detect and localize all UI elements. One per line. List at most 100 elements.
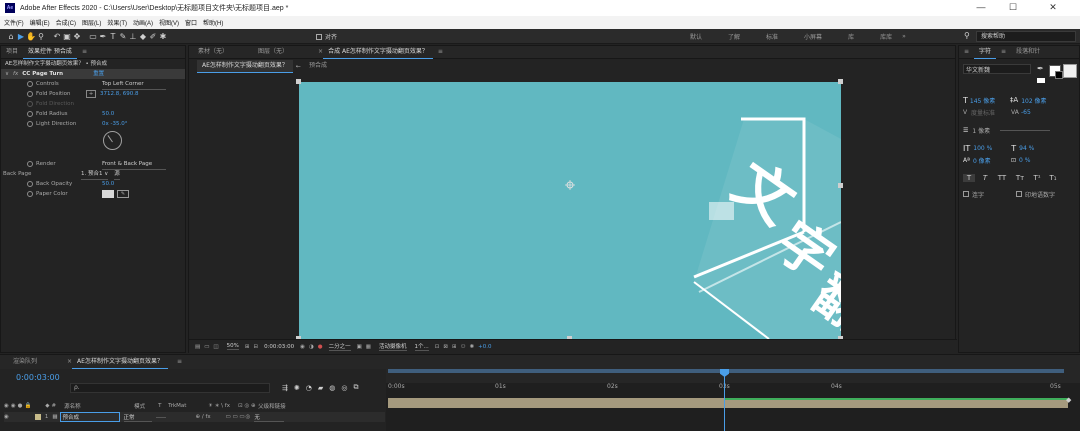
layer-switches[interactable]: ⊕ / fx — [196, 414, 226, 420]
menu-edit[interactable]: 编辑(E) — [30, 18, 50, 27]
fold-radius-value[interactable]: 50.0 — [102, 109, 114, 119]
menu-view[interactable]: 视图(V) — [159, 18, 179, 27]
snapshot-icon[interactable]: ◉ — [300, 344, 305, 350]
workspace-default[interactable]: 默认 — [690, 32, 702, 41]
tab-paragraph[interactable]: 段落和针 — [1011, 46, 1045, 58]
region-of-interest-icon[interactable]: ▣ — [357, 344, 362, 350]
camera-icon[interactable]: ▣ — [62, 32, 72, 41]
light-direction-dial[interactable] — [103, 131, 122, 150]
current-time-display[interactable]: 0:00:03:00 — [264, 344, 294, 350]
layer-handle[interactable] — [838, 183, 843, 188]
pick-whip-icon[interactable]: ◎ — [246, 414, 251, 420]
workspace-small-screen[interactable]: 小屏幕 — [804, 32, 822, 41]
draft-3d-icon[interactable]: ✺ — [294, 384, 300, 392]
column-parent-link[interactable]: 父级和链接 — [258, 402, 286, 410]
workspace-active[interactable]: 库库 — [880, 32, 892, 41]
expand-arrow-icon[interactable]: ∨ — [5, 69, 9, 79]
video-visibility-icon[interactable]: ◉ — [4, 403, 9, 409]
stroke-color-swatch[interactable] — [1055, 71, 1063, 79]
more-workspaces-icon[interactable]: » — [902, 33, 906, 40]
back-opacity-value[interactable]: 50.0 — [102, 179, 114, 189]
eraser-icon[interactable]: ◆ — [138, 32, 148, 41]
column-mode[interactable]: 模式 — [134, 402, 158, 410]
reset-button[interactable]: 重置 — [93, 69, 104, 79]
stopwatch-icon[interactable] — [27, 91, 33, 97]
leading-value[interactable]: 102 像素 — [1021, 96, 1046, 105]
hand-icon[interactable]: ✋ — [26, 32, 36, 41]
timeline-icon[interactable]: ⊞ — [452, 344, 457, 350]
stopwatch-icon[interactable] — [27, 121, 33, 127]
resolution-dropdown[interactable]: 二分之一 — [328, 342, 351, 351]
workspace-learn[interactable]: 了解 — [728, 32, 740, 41]
subscript-button[interactable]: T₁ — [1047, 174, 1059, 182]
timeline-track-area[interactable]: 0:00s 01s 02s 03s 04s 05s ◆ — [386, 369, 1080, 431]
stopwatch-icon[interactable] — [27, 161, 33, 167]
superscript-button[interactable]: T¹ — [1031, 174, 1043, 182]
panel-menu-icon[interactable]: ≡ — [959, 46, 974, 58]
tab-layer[interactable]: 图层（无） — [253, 46, 293, 58]
playhead-line[interactable] — [724, 369, 725, 431]
pen-icon[interactable]: ✒ — [98, 32, 108, 41]
layer-duration-bar[interactable] — [388, 398, 1068, 408]
baseline-shift-value[interactable]: 0 像素 — [973, 156, 1011, 165]
column-t[interactable]: T — [158, 403, 168, 409]
tab-composition[interactable]: 合成 AE怎样制作文字摄动翻页效果？ — [323, 46, 433, 59]
snap-checkbox[interactable] — [316, 33, 322, 40]
close-tab-icon[interactable]: × — [313, 46, 323, 58]
stopwatch-icon[interactable] — [27, 181, 33, 187]
audio-icon[interactable]: ◉ — [11, 403, 16, 409]
home-icon[interactable]: ⌂ — [6, 32, 16, 41]
anchor-point-icon[interactable] — [565, 180, 575, 190]
tab-render-queue[interactable]: 渲染队列 — [8, 356, 42, 368]
white-swatch[interactable] — [1037, 78, 1045, 83]
maximize-button[interactable]: ☐ — [1000, 2, 1026, 13]
always-preview-icon[interactable]: ▤ — [195, 344, 200, 350]
frame-blending-icon[interactable]: ▰ — [318, 384, 323, 392]
search-help-input[interactable]: 搜索帮助 — [976, 31, 1076, 42]
menu-effect[interactable]: 效果(T) — [107, 18, 127, 27]
controls-dropdown[interactable]: Top Left Corner — [102, 79, 166, 90]
label-color-swatch[interactable] — [34, 414, 41, 420]
toggle-pixel-aspect-icon[interactable]: ⊡ — [435, 344, 440, 350]
exposure-reset-icon[interactable]: ✺ — [470, 344, 475, 350]
motion-blur-icon[interactable]: ◍ — [329, 384, 335, 392]
stamp-icon[interactable]: ⊥ — [128, 32, 138, 41]
layer-mode-dropdown[interactable]: 正常 — [123, 413, 152, 422]
parent-dropdown[interactable]: 无 — [254, 413, 285, 422]
work-area-bar[interactable] — [386, 369, 1080, 383]
flowchart-icon[interactable]: ⚇ — [461, 344, 466, 350]
zoom-icon[interactable]: ⚲ — [36, 32, 46, 41]
column-trkmat[interactable]: TrkMat — [168, 403, 208, 409]
light-direction-value[interactable]: 0x -35.0° — [102, 119, 127, 129]
back-page-source-dropdown[interactable]: 源 — [114, 169, 120, 180]
panel-menu-icon[interactable]: ≡ — [77, 46, 92, 58]
brush-icon[interactable]: ✎ — [118, 32, 128, 41]
text-icon[interactable]: T — [108, 32, 118, 41]
rotate-icon[interactable]: ↶ — [52, 32, 62, 41]
menu-composition[interactable]: 合成(C) — [56, 18, 76, 27]
breadcrumb-precomp[interactable]: 预合成 — [304, 60, 332, 72]
kerning-value[interactable]: 度量标准 — [971, 108, 1011, 117]
search-icon[interactable]: ⚲ — [964, 31, 970, 40]
tab-footage[interactable]: 素材（无） — [193, 46, 233, 58]
stopwatch-icon[interactable] — [27, 111, 33, 117]
close-button[interactable]: ✕ — [1040, 2, 1066, 13]
ligature-checkbox[interactable] — [963, 191, 969, 197]
lock-icon[interactable]: 🔒 — [24, 403, 31, 409]
small-caps-button[interactable]: Tт — [1013, 174, 1027, 182]
panel-menu-icon[interactable]: ≡ — [996, 46, 1011, 58]
camera-dropdown[interactable]: 活动摄像机 — [378, 342, 407, 351]
tab-character[interactable]: 字符 — [974, 46, 997, 59]
layer-handle[interactable] — [296, 79, 301, 84]
menu-animation[interactable]: 动画(A) — [133, 18, 153, 27]
solo-icon[interactable]: ● — [18, 403, 23, 409]
tab-timeline-comp[interactable]: AE怎样制作文字摄动翻页效果？ — [72, 356, 168, 369]
column-source-name[interactable]: 源名称 — [64, 402, 134, 410]
eyedropper-icon[interactable]: ✎ — [117, 190, 129, 198]
show-snapshot-icon[interactable]: ◑ — [309, 344, 314, 350]
menu-help[interactable]: 帮助(H) — [203, 18, 223, 27]
fold-position-value[interactable]: 3712.8, 690.8 — [100, 89, 139, 99]
menu-file[interactable]: 文件(F) — [4, 18, 24, 27]
rect-icon[interactable]: ▭ — [88, 32, 98, 41]
eyedropper-icon[interactable]: ✒ — [1037, 64, 1044, 73]
